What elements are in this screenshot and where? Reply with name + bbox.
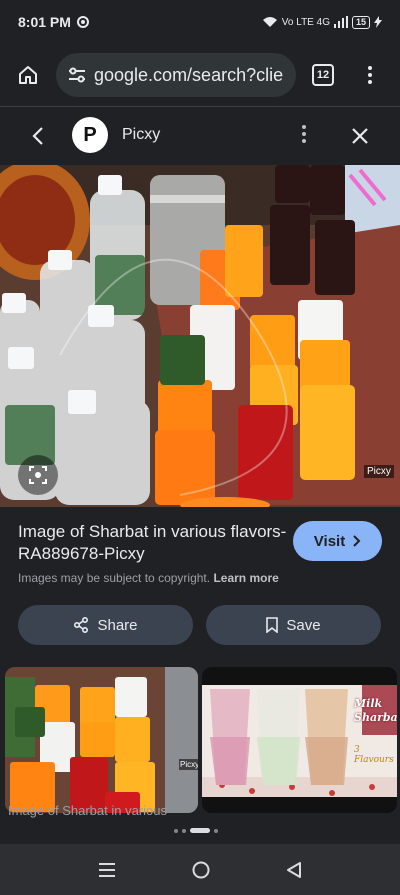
image-watermark: Picxy <box>364 465 394 478</box>
viewer-header: P Picxy <box>0 107 400 165</box>
share-button[interactable]: Share <box>18 605 193 645</box>
recents-icon[interactable] <box>98 862 116 878</box>
home-icon <box>19 66 37 84</box>
url-bar[interactable]: google.com/search?clien <box>56 53 296 97</box>
related-2-subtitle: 3 Flavours <box>354 745 394 765</box>
browser-toolbar: google.com/search?clien 12 <box>0 44 400 106</box>
status-bar: 8:01 PM Vo LTE 4G 15 <box>0 0 400 44</box>
related-image-1[interactable]: Picxy <box>5 667 198 813</box>
overflow-menu-icon[interactable] <box>364 62 376 88</box>
status-icons: Vo LTE 4G 15 <box>262 15 382 29</box>
more-options-icon[interactable] <box>302 125 306 143</box>
media-icon <box>76 16 89 28</box>
save-button[interactable]: Save <box>206 605 381 645</box>
url-text: google.com/search?clien <box>94 64 284 85</box>
battery-level: 15 <box>351 15 370 29</box>
back-triangle-icon[interactable] <box>286 861 302 879</box>
image-title[interactable]: Image of Sharbat in various flavors-RA88… <box>18 521 288 565</box>
network-label: Vo LTE 4G <box>281 16 330 28</box>
home-circle-icon[interactable] <box>191 860 211 880</box>
copyright-text: Images may be subject to copyright. <box>18 571 211 585</box>
learn-more-link[interactable]: Learn more <box>213 571 278 585</box>
share-icon <box>74 617 89 633</box>
copyright-notice: Images may be subject to copyright. Lear… <box>18 571 279 585</box>
home-button[interactable] <box>0 44 56 106</box>
visit-label: Visit <box>313 532 346 550</box>
charging-icon <box>374 16 382 28</box>
related-photo-2 <box>202 667 397 813</box>
bookmark-icon <box>266 617 279 633</box>
site-logo[interactable]: P <box>72 117 108 153</box>
related-caption[interactable]: Image of Sharbat in various <box>8 803 167 818</box>
wifi-icon <box>262 17 277 27</box>
back-icon[interactable] <box>28 125 50 147</box>
status-time: 8:01 PM <box>18 14 71 30</box>
related-photo-1 <box>5 667 198 813</box>
visit-button[interactable]: Visit <box>293 521 382 561</box>
related-2-title: Milk Sharbat <box>354 697 397 724</box>
site-name[interactable]: Picxy <box>122 126 160 144</box>
carousel-indicator <box>174 828 218 833</box>
sharbat-photo <box>0 165 400 507</box>
chevron-right-icon <box>353 535 361 547</box>
signal-icon <box>333 16 348 28</box>
share-label: Share <box>97 616 138 634</box>
related-1-watermark: Picxy <box>179 759 198 770</box>
close-icon[interactable] <box>350 126 370 146</box>
lens-icon[interactable] <box>18 455 58 495</box>
related-image-2[interactable]: Milk Sharbat 3 Flavours <box>202 667 397 813</box>
save-label: Save <box>286 616 321 634</box>
image-viewer: P Picxy Picxy Image of Sharbat in variou… <box>0 106 400 844</box>
main-image[interactable]: Picxy <box>0 165 400 507</box>
system-nav-bar <box>0 844 400 895</box>
tune-icon[interactable] <box>68 67 86 83</box>
tabs-button[interactable]: 12 <box>312 64 334 86</box>
